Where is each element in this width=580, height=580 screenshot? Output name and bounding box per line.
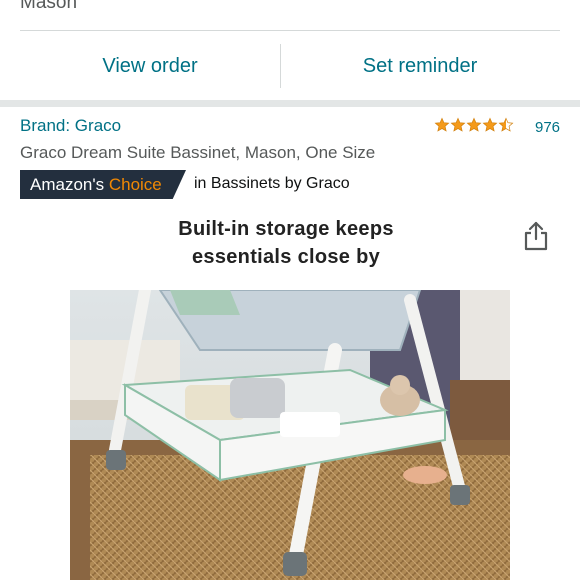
headline-line-2: essentials close by xyxy=(191,246,381,268)
badge-choice-word: Choice xyxy=(108,174,162,194)
brand-link[interactable]: Brand: Graco xyxy=(20,116,121,136)
star-rating[interactable] xyxy=(434,117,514,133)
star-full-icon xyxy=(450,117,466,132)
star-full-icon xyxy=(434,117,450,132)
image-headline: Built-in storage keeps essentials close … xyxy=(150,215,422,271)
share-icon[interactable] xyxy=(522,220,550,252)
product-title: Graco Dream Suite Bassinet, Mason, One S… xyxy=(20,143,376,162)
view-order-button[interactable]: View order xyxy=(20,44,280,88)
order-item-name: Mason xyxy=(20,0,78,13)
amazons-choice-badge: Amazon's Choice xyxy=(20,170,186,199)
star-full-icon xyxy=(482,117,498,132)
rating-count-link[interactable]: 976 xyxy=(535,119,560,136)
product-photo[interactable] xyxy=(70,290,510,580)
headline-line-1: Built-in storage keeps xyxy=(178,218,394,240)
divider xyxy=(20,30,560,31)
badge-prefix: Amazon's xyxy=(30,174,105,194)
badge-category: in Bassinets by Graco xyxy=(194,175,350,192)
section-separator xyxy=(0,100,580,107)
star-half-icon xyxy=(498,117,514,132)
button-separator xyxy=(280,44,281,88)
set-reminder-button[interactable]: Set reminder xyxy=(290,44,550,88)
star-full-icon xyxy=(466,117,482,132)
